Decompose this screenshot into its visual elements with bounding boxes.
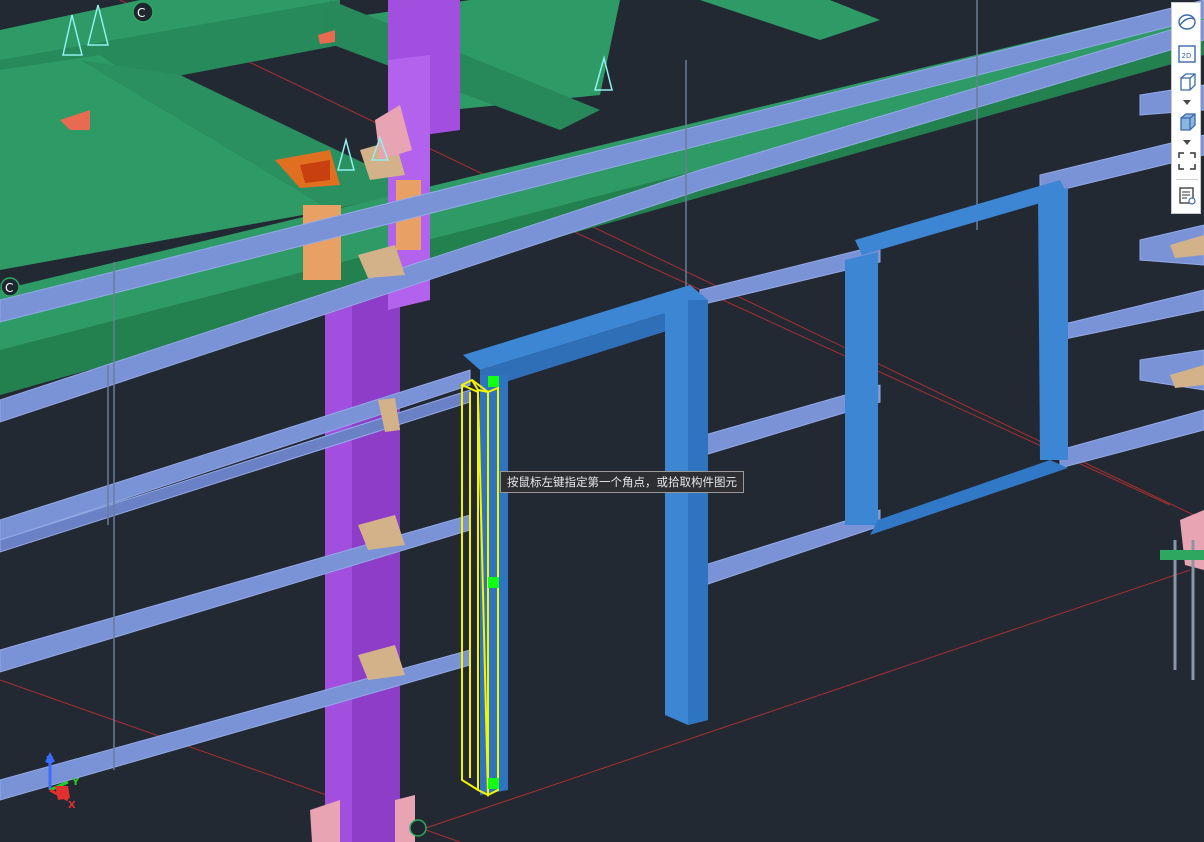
- fit-extents-icon[interactable]: [1174, 148, 1200, 174]
- 3d-box-view-icon[interactable]: [1174, 69, 1200, 95]
- blue-frame-2: [845, 180, 1068, 535]
- layer-properties-icon[interactable]: [1174, 183, 1200, 209]
- grid-bubble-top: C: [132, 1, 154, 23]
- svg-text:C: C: [137, 6, 145, 20]
- model-canvas[interactable]: C C Z Y X: [0, 0, 1204, 842]
- 3d-model-viewport[interactable]: C C Z Y X 按鼠标左键指定第一个角点，或拾取构件图元 2D: [0, 0, 1204, 842]
- shaded-box-icon[interactable]: [1174, 109, 1200, 135]
- command-prompt-tooltip: 按鼠标左键指定第一个角点，或拾取构件图元: [500, 471, 744, 493]
- svg-text:X: X: [68, 800, 76, 811]
- svg-text:2D: 2D: [1182, 52, 1192, 60]
- orbit-icon[interactable]: [1174, 9, 1200, 35]
- grid-bubble-bottom: [409, 819, 427, 837]
- view-navigation-toolbar: 2D: [1171, 2, 1201, 214]
- blue-frame-1: [463, 285, 708, 795]
- 3d-view-dropdown-caret-icon[interactable]: [1172, 98, 1202, 106]
- base-plate-green: [1160, 550, 1204, 560]
- 2d-view-icon[interactable]: 2D: [1174, 41, 1200, 67]
- svg-text:C: C: [5, 281, 13, 295]
- svg-text:Y: Y: [71, 777, 80, 788]
- svg-text:Z: Z: [46, 755, 53, 766]
- grid-bubble-left: C: [0, 277, 20, 297]
- visual-style-dropdown-caret-icon[interactable]: [1172, 138, 1202, 146]
